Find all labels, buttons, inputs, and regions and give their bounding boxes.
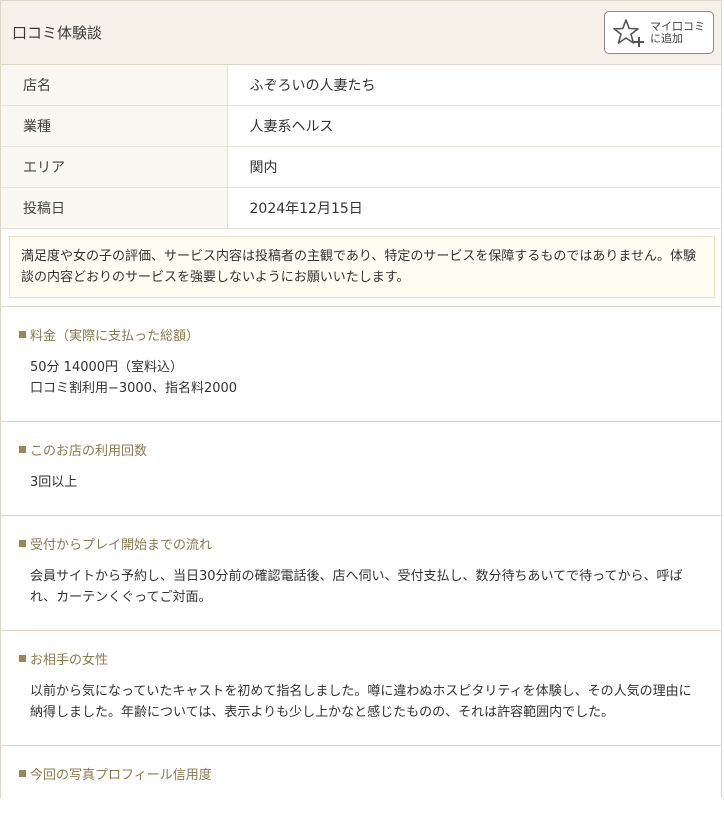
- section-body: 3回以上: [30, 475, 78, 490]
- disclaimer-notice: 満足度や女の子の評価、サービス内容は投稿者の主観であり、特定のサービスを保障する…: [9, 236, 715, 298]
- shop-info-table: 店名 ふぞろいの人妻たち 業種 人妻系ヘルス エリア 関内 投稿日 2024年1…: [1, 65, 721, 229]
- panel-header: 口コミ体験談 マイ口コミ に追加: [1, 1, 721, 65]
- section-photo-reliability: 今回の写真プロフィール信用度: [1, 745, 721, 818]
- section-title: 料金（実際に支払った総額）: [19, 325, 701, 344]
- page-title: 口コミ体験談: [12, 24, 103, 42]
- info-value: 人妻系ヘルス: [227, 105, 721, 147]
- square-bullet-icon: [19, 540, 26, 547]
- info-value: 2024年12月15日: [227, 187, 721, 229]
- section-visit-count: このお店の利用回数 3回以上: [1, 421, 721, 515]
- review-panel: 口コミ体験談 マイ口コミ に追加 店名 ふぞろいの人妻たち 業種 人妻系ヘルス …: [0, 0, 722, 798]
- info-key: 業種: [1, 105, 228, 147]
- section-title: 受付からプレイ開始までの流れ: [19, 534, 701, 553]
- info-key: 店名: [1, 65, 228, 106]
- add-to-my-reviews-label: マイ口コミ に追加: [650, 19, 705, 45]
- info-row-shop: 店名 ふぞろいの人妻たち: [1, 65, 721, 106]
- info-row-area: エリア 関内: [1, 146, 721, 188]
- square-bullet-icon: [19, 655, 26, 662]
- add-to-my-reviews-button[interactable]: マイ口コミ に追加: [604, 11, 714, 54]
- square-bullet-icon: [19, 446, 26, 453]
- section-title: このお店の利用回数: [19, 440, 701, 459]
- info-value: ふぞろいの人妻たち: [227, 65, 721, 106]
- section-title: 今回の写真プロフィール信用度: [19, 764, 701, 783]
- section-title: お相手の女性: [19, 649, 701, 668]
- section-flow: 受付からプレイ開始までの流れ 会員サイトから予約し、当日30分前の確認電話後、店…: [1, 515, 721, 630]
- square-bullet-icon: [19, 770, 26, 777]
- info-key: 投稿日: [1, 187, 228, 229]
- info-value: 関内: [227, 146, 721, 188]
- section-body: 以前から気になっていたキャストを初めて指名しました。噂に違わぬホスピタリティを体…: [30, 684, 692, 720]
- info-row-genre: 業種 人妻系ヘルス: [1, 105, 721, 147]
- section-partner: お相手の女性 以前から気になっていたキャストを初めて指名しました。噂に違わぬホス…: [1, 630, 721, 745]
- square-bullet-icon: [19, 331, 26, 338]
- star-add-icon: [613, 18, 644, 47]
- section-body: 会員サイトから予約し、当日30分前の確認電話後、店へ伺い、受付支払し、数分待ちあ…: [30, 569, 683, 605]
- section-body: 50分 14000円（室料込） 口コミ割利用−3000、指名料2000: [30, 360, 238, 396]
- section-price: 料金（実際に支払った総額） 50分 14000円（室料込） 口コミ割利用−300…: [1, 306, 721, 421]
- info-key: エリア: [1, 146, 228, 188]
- info-row-date: 投稿日 2024年12月15日: [1, 187, 721, 229]
